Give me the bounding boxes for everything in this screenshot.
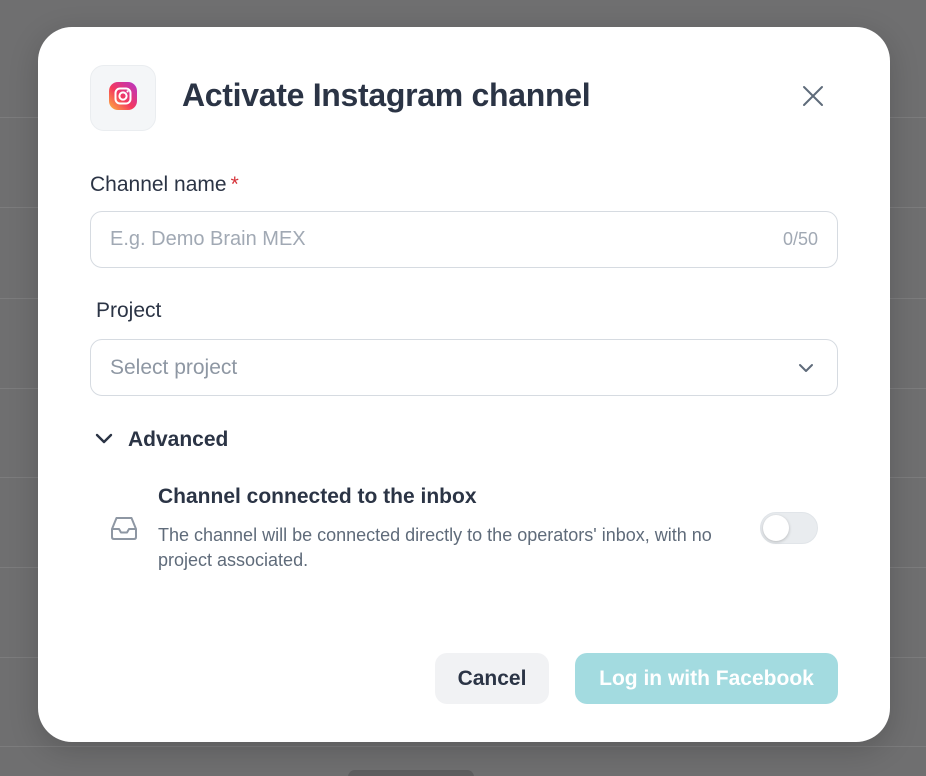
channel-icon-box bbox=[90, 65, 156, 131]
log-in-with-facebook-button[interactable]: Log in with Facebook bbox=[575, 653, 838, 704]
dialog-title: Activate Instagram channel bbox=[182, 77, 591, 113]
toggle-knob bbox=[763, 515, 789, 541]
advanced-label: Advanced bbox=[128, 428, 229, 451]
advanced-section-toggle[interactable]: Advanced bbox=[94, 425, 228, 455]
background-divider bbox=[0, 746, 926, 747]
project-label: Project bbox=[96, 299, 162, 322]
background-element bbox=[348, 770, 474, 776]
channel-name-input[interactable] bbox=[110, 212, 750, 267]
character-counter: 0/50 bbox=[782, 229, 818, 249]
instagram-icon bbox=[108, 81, 138, 116]
inbox-connection-toggle[interactable] bbox=[760, 512, 818, 544]
channel-name-label-text: Channel name bbox=[90, 173, 227, 196]
close-button[interactable] bbox=[798, 83, 828, 113]
cancel-button[interactable]: Cancel bbox=[435, 653, 549, 704]
inbox-option-description: The channel will be connected directly t… bbox=[158, 525, 712, 570]
project-select-placeholder: Select project bbox=[110, 356, 238, 379]
chevron-down-icon bbox=[797, 359, 815, 382]
activate-channel-dialog: Activate Instagram channel Channel name *… bbox=[38, 27, 890, 742]
project-select[interactable]: Select project bbox=[90, 339, 838, 396]
close-icon bbox=[802, 85, 824, 112]
chevron-down-icon bbox=[94, 428, 114, 453]
channel-name-field: 0/50 bbox=[90, 211, 838, 268]
inbox-icon bbox=[110, 515, 138, 546]
inbox-option-title: Channel connected to the inbox bbox=[158, 485, 477, 508]
channel-name-label: Channel name * bbox=[90, 173, 239, 197]
required-marker: * bbox=[230, 173, 239, 196]
